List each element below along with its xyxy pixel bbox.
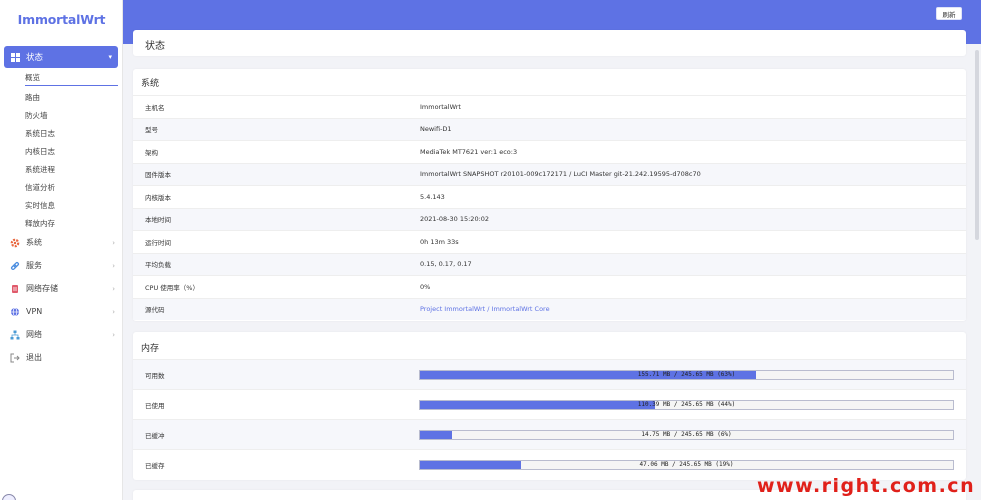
chevron-right-icon: › — [112, 330, 115, 339]
submenu-item-firewall[interactable]: 防火墙 — [25, 106, 118, 124]
gear-icon — [10, 238, 20, 248]
menu-item-system[interactable]: 系统 › — [0, 231, 123, 254]
row-value: 2021-08-30 15:20:02 — [420, 215, 490, 224]
progress-bar: 110.39 MB / 245.65 MB (44%) — [419, 399, 954, 410]
menu-item-label: 系统 — [26, 238, 42, 247]
submenu-item-routes[interactable]: 路由 — [25, 88, 118, 106]
row-key: 型号 — [145, 126, 158, 135]
menu-item-status[interactable]: 状态 ▾ — [4, 46, 118, 68]
link-icon — [10, 261, 20, 271]
row-key: 已缓冲 — [145, 431, 165, 440]
row-key: 本地时间 — [145, 216, 171, 225]
page-title-card: 状态 — [133, 30, 966, 56]
memory-row: 可用数 155.71 MB / 245.65 MB (63%) — [133, 359, 966, 389]
row-key: CPU 使用率（%） — [145, 283, 199, 292]
menu-item-label: 服务 — [26, 261, 42, 270]
table-row: 型号 Newifi-D1 — [133, 117, 966, 140]
submenu-item-processes[interactable]: 系统进程 — [25, 160, 118, 178]
status-submenu: 概览 路由 防火墙 系统日志 内核日志 系统进程 信道分析 实时信息 释放内存 — [25, 70, 118, 232]
refresh-button[interactable]: 刷新 — [936, 7, 962, 20]
row-value: 0.15, 0.17, 0.17 — [420, 260, 472, 269]
section-title: 系统 — [141, 79, 160, 89]
menu-item-label: 状态 — [26, 53, 44, 63]
page-title: 状态 — [145, 41, 165, 52]
menu-item-vpn[interactable]: VPN › — [0, 300, 123, 323]
submenu-item-realtime[interactable]: 实时信息 — [25, 196, 118, 214]
menu-item-label: VPN — [26, 307, 43, 316]
row-key: 主机名 — [145, 103, 165, 112]
main-menu: 系统 › 服务 › 网络存储 › VPN › 网络 › 退出 — [0, 231, 123, 369]
menu-item-network[interactable]: 网络 › — [0, 323, 123, 346]
row-value: Newifi-D1 — [420, 125, 452, 134]
watermark: www.right.com.cn — [757, 475, 976, 497]
table-row: 主机名 ImmortalWrt — [133, 95, 966, 118]
menu-item-label: 网络 — [26, 330, 42, 339]
row-key: 架构 — [145, 148, 158, 157]
row-value: ImmortalWrt SNAPSHOT r20101-009c172171 /… — [420, 170, 701, 179]
progress-text: 47.06 MB / 245.65 MB (19%) — [639, 461, 734, 468]
table-row: 平均负载 0.15, 0.17, 0.17 — [133, 252, 966, 275]
network-icon — [10, 330, 20, 340]
row-value: 5.4.143 — [420, 192, 445, 201]
chevron-right-icon: › — [112, 284, 115, 293]
row-key: 平均负载 — [145, 261, 171, 270]
chevron-right-icon: › — [112, 238, 115, 247]
chevron-right-icon: › — [112, 307, 115, 316]
row-key: 内核版本 — [145, 193, 171, 202]
table-row: 源代码 Project ImmortalWrt / ImmortalWrt Co… — [133, 297, 966, 320]
menu-item-label: 网络存储 — [26, 284, 58, 293]
row-key: 运行时间 — [145, 238, 171, 247]
progress-text: 110.39 MB / 245.65 MB (44%) — [637, 401, 736, 408]
row-key: 可用数 — [145, 371, 165, 380]
menu-item-logout[interactable]: 退出 — [0, 346, 123, 369]
progress-bar: 14.75 MB / 245.65 MB (6%) — [419, 429, 954, 440]
submenu-item-syslog[interactable]: 系统日志 — [25, 124, 118, 142]
progress-text: 155.71 MB / 245.65 MB (63%) — [637, 371, 736, 378]
source-code-link[interactable]: Project ImmortalWrt / ImmortalWrt Core — [420, 305, 550, 313]
row-value: 0h 13m 33s — [420, 237, 459, 246]
system-section: 系统 主机名 ImmortalWrt 型号 Newifi-D1 架构 Media… — [133, 69, 966, 321]
row-key: 源代码 — [145, 306, 165, 315]
logout-icon — [10, 353, 20, 363]
row-key: 固件版本 — [145, 171, 171, 180]
progress-bar: 155.71 MB / 245.65 MB (63%) — [419, 369, 954, 380]
table-row: 内核版本 5.4.143 — [133, 185, 966, 208]
row-value: MediaTek MT7621 ver:1 eco:3 — [420, 147, 518, 156]
submenu-item-free-memory[interactable]: 释放内存 — [25, 214, 118, 232]
sidebar: ImmortalWrt 状态 ▾ 概览 路由 防火墙 系统日志 内核日志 系统进… — [0, 0, 123, 500]
scrollbar[interactable] — [975, 50, 979, 240]
submenu-item-overview[interactable]: 概览 — [25, 70, 118, 86]
section-title: 内存 — [141, 344, 160, 354]
menu-item-label: 退出 — [26, 353, 42, 362]
table-row: 运行时间 0h 13m 33s — [133, 230, 966, 253]
submenu-item-kernel-log[interactable]: 内核日志 — [25, 142, 118, 160]
progress-bar: 47.06 MB / 245.65 MB (19%) — [419, 459, 954, 470]
chevron-right-icon: › — [112, 261, 115, 270]
submenu-item-channel-analysis[interactable]: 信道分析 — [25, 178, 118, 196]
globe-icon — [10, 307, 20, 317]
row-key: 已缓存 — [145, 461, 165, 470]
table-row: CPU 使用率（%） 0% — [133, 275, 966, 298]
row-value: ImmortalWrt — [420, 102, 461, 111]
memory-row: 已使用 110.39 MB / 245.65 MB (44%) — [133, 389, 966, 419]
row-key: 已使用 — [145, 401, 165, 410]
avatar[interactable] — [2, 494, 16, 500]
memory-section: 内存 可用数 155.71 MB / 245.65 MB (63%) 已使用 1… — [133, 332, 966, 480]
progress-text: 14.75 MB / 245.65 MB (6%) — [641, 431, 732, 438]
table-row: 固件版本 ImmortalWrt SNAPSHOT r20101-009c172… — [133, 162, 966, 185]
dashboard-icon — [10, 52, 20, 62]
row-value: 0% — [420, 282, 431, 291]
memory-row: 已缓冲 14.75 MB / 245.65 MB (6%) — [133, 419, 966, 449]
menu-item-nas[interactable]: 网络存储 › — [0, 277, 123, 300]
logo[interactable]: ImmortalWrt — [0, 12, 123, 27]
table-row: 架构 MediaTek MT7621 ver:1 eco:3 — [133, 140, 966, 163]
table-row: 本地时间 2021-08-30 15:20:02 — [133, 207, 966, 230]
chevron-down-icon: ▾ — [108, 53, 112, 61]
menu-item-services[interactable]: 服务 › — [0, 254, 123, 277]
storage-icon — [10, 284, 20, 294]
